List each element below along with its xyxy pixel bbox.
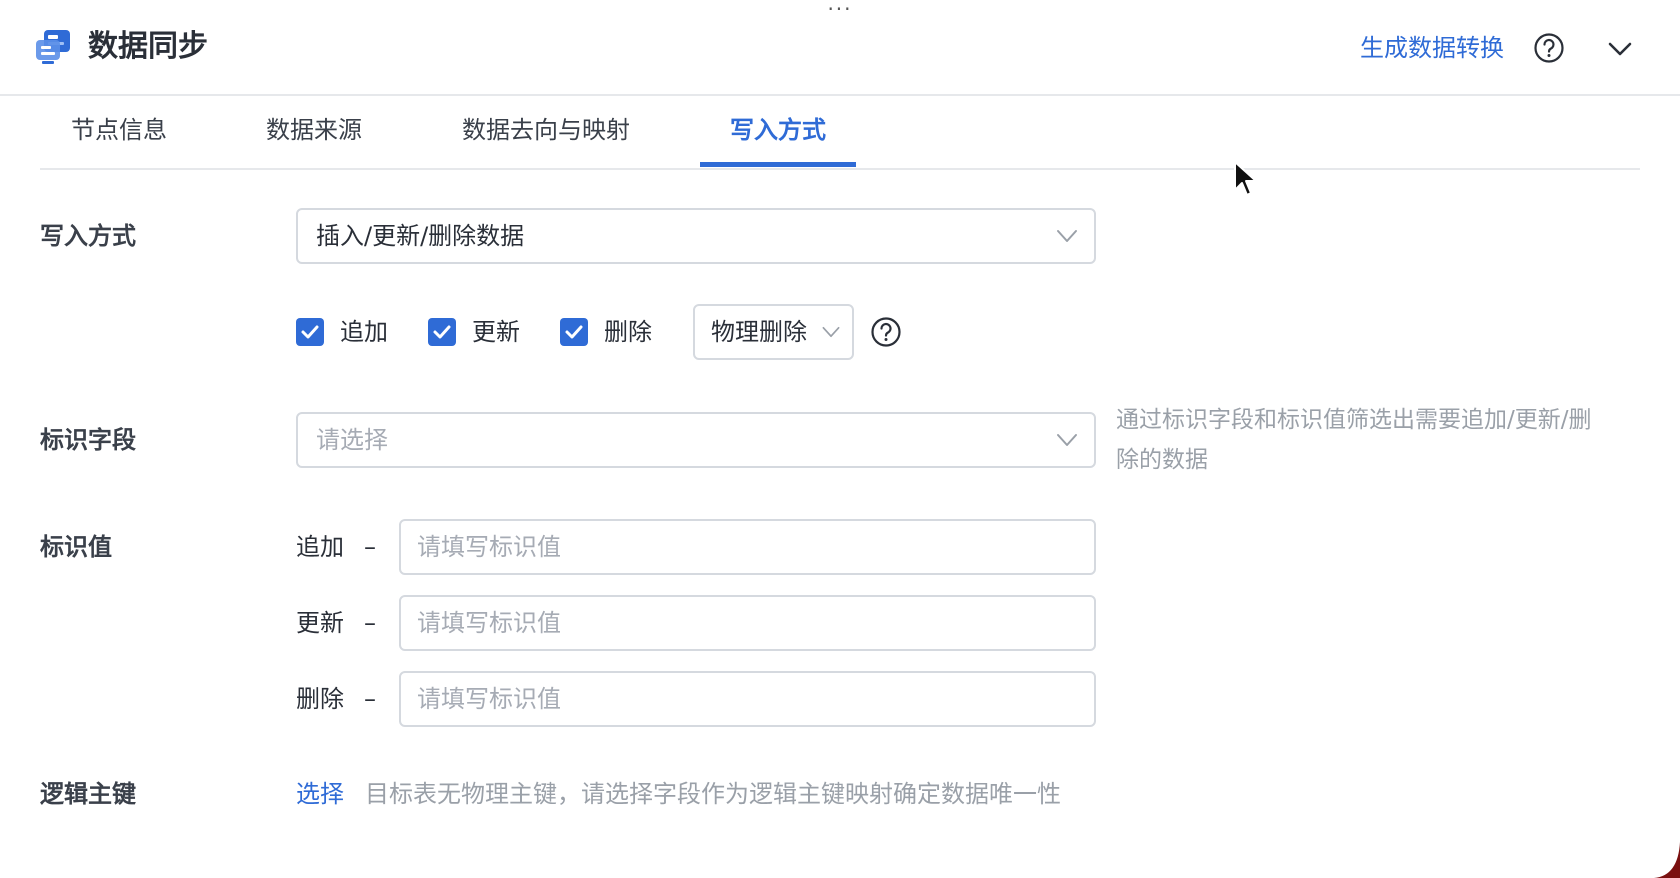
checkmark-icon (301, 325, 319, 339)
tab-data-source[interactable]: 数据来源 (266, 114, 362, 146)
window-corner (1654, 842, 1680, 878)
delete-mode-select[interactable]: 物理删除 (693, 304, 854, 360)
id-field-hint: 通过标识字段和标识值筛选出需要追加/更新/删 除的数据 (1116, 400, 1636, 480)
delete-mode-value: 物理删除 (711, 318, 807, 346)
checkmark-icon (433, 325, 451, 339)
chevron-down-icon (1057, 434, 1077, 446)
update-checkbox[interactable] (428, 318, 456, 346)
tab-write-mode[interactable]: 写入方式 (730, 114, 826, 146)
id-value-update-label: 更新 (296, 609, 344, 637)
update-checkbox-label: 更新 (472, 318, 520, 346)
append-checkbox[interactable] (296, 318, 324, 346)
page-title: 数据同步 (88, 29, 208, 64)
dash-separator: – (364, 685, 376, 713)
write-mode-value: 插入/更新/删除数据 (316, 222, 525, 250)
chevron-down-icon (1057, 230, 1077, 242)
id-value-delete-input[interactable] (399, 671, 1096, 727)
tab-bar: 节点信息 数据来源 数据去向与映射 写入方式 (40, 96, 1640, 170)
help-circle-icon[interactable] (870, 316, 902, 348)
mouse-cursor-icon (1234, 161, 1257, 196)
data-sync-icon (36, 30, 70, 64)
dash-separator: – (364, 609, 376, 637)
chevron-down-icon[interactable] (1604, 34, 1636, 64)
id-value-append-input[interactable] (399, 519, 1096, 575)
id-field-hint-line2: 除的数据 (1116, 447, 1208, 473)
delete-checkbox-label: 删除 (604, 318, 652, 346)
checkmark-icon (565, 325, 583, 339)
id-field-select[interactable]: 请选择 (296, 412, 1096, 468)
active-tab-indicator (700, 162, 856, 167)
help-circle-icon[interactable] (1533, 32, 1565, 64)
id-field-hint-line1: 通过标识字段和标识值筛选出需要追加/更新/删 (1116, 407, 1592, 433)
append-checkbox-label: 追加 (340, 318, 388, 346)
chevron-down-icon (822, 326, 840, 338)
write-mode-label: 写入方式 (40, 222, 136, 250)
delete-checkbox[interactable] (560, 318, 588, 346)
id-value-delete-label: 删除 (296, 685, 344, 713)
id-value-update-input[interactable] (399, 595, 1096, 651)
id-value-append-label: 追加 (296, 533, 344, 561)
dash-separator: – (364, 533, 376, 561)
logical-key-label: 逻辑主键 (40, 780, 136, 808)
tab-data-destination-mapping[interactable]: 数据去向与映射 (462, 114, 630, 146)
write-mode-select[interactable]: 插入/更新/删除数据 (296, 208, 1096, 264)
tab-node-info[interactable]: 节点信息 (71, 114, 167, 146)
generate-data-transform-link[interactable]: 生成数据转换 (1360, 32, 1504, 64)
id-values-label: 标识值 (40, 533, 112, 561)
logical-key-select-link[interactable]: 选择 (296, 778, 344, 810)
logical-key-description: 目标表无物理主键，请选择字段作为逻辑主键映射确定数据唯一性 (365, 780, 1061, 808)
id-field-label: 标识字段 (40, 426, 136, 454)
id-field-placeholder: 请选择 (316, 426, 388, 454)
